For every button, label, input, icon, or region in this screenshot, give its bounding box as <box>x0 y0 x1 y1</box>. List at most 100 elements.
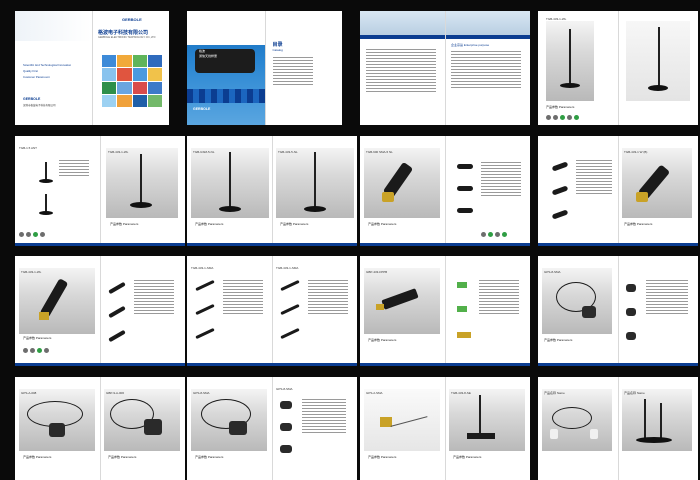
right-page: GBP-9-A-006 产品参数 Parameters <box>100 377 185 480</box>
spread-catalog: 格波 通信天线样册 GERBOLE 目录 Catalog <box>187 11 342 125</box>
page-title: TGB-1.5 ANT <box>19 146 38 150</box>
back-cover-page: Scientific And Technological Innovation … <box>15 11 92 125</box>
gutter <box>272 136 273 246</box>
params-heading: 产品参数 Parameters <box>624 222 653 226</box>
right-page: TGB-433-1 W (B) 产品参数 Parameters <box>618 136 698 246</box>
gutter <box>272 377 273 480</box>
product-photo <box>546 21 594 101</box>
footer-bar <box>360 363 530 366</box>
spec-lines-2 <box>308 280 348 316</box>
gutter <box>272 256 273 366</box>
catalog-brand: GERBOLE <box>193 107 211 111</box>
gutter <box>618 377 619 480</box>
spread-product-3: GERBOLE格波电子科技有限公司 TGB-GSM-5-NL 产品参数 Para… <box>187 136 357 246</box>
right-page <box>445 136 530 246</box>
left-page: GPS-8-SMA 产品参数 Parameters <box>538 256 618 366</box>
tagline-2: Quality First <box>23 69 38 73</box>
params-heading: 产品参数 Parameters <box>110 222 139 226</box>
product-photo-2 <box>276 148 354 218</box>
params-heading: 产品参数 Parameters <box>195 222 224 226</box>
spec-lines <box>302 399 346 435</box>
left-page: TGB-900 SMA-5 NL 产品参数 Parameters <box>360 136 445 246</box>
right-page: TGB-433-1-SMA <box>272 256 357 366</box>
cert-icons <box>19 232 45 237</box>
product-photo <box>364 389 440 451</box>
spec-lines <box>646 280 688 316</box>
product-photo <box>191 148 269 218</box>
photo-title: TGB-900 SMA-5 NL <box>366 150 393 154</box>
params-heading-2: 产品参数 Parameters <box>453 455 482 459</box>
gutter <box>618 136 619 246</box>
gutter <box>445 256 446 366</box>
catalog-line-2: 通信天线样册 <box>199 54 218 58</box>
page-title: TGB-433-1-SMA <box>191 266 214 270</box>
product-photo-2 <box>622 389 692 451</box>
gutter <box>100 377 101 480</box>
product-photo-2 <box>626 21 690 101</box>
gutter <box>445 11 446 125</box>
cert-icons <box>481 232 507 237</box>
right-page: TGB-433-5-NL 产品参数 Parameters <box>272 136 357 246</box>
right-page: TGB-433-8-SE 产品参数 Parameters <box>445 377 530 480</box>
spread-product-1: TGB-433-1-WL 产品参数 Parameters <box>538 11 698 125</box>
right-page <box>618 256 698 366</box>
checker-band <box>187 89 265 103</box>
gutter <box>100 256 101 366</box>
spread-product-4: GERBOLE格波电子科技有限公司 TGB-900 SMA-5 NL 产品参数 … <box>360 136 530 246</box>
gutter <box>264 11 266 125</box>
photo-title: GBP-433-FPPB <box>366 270 388 274</box>
photo-title-2: 产品名称 Name <box>624 391 645 395</box>
spread-product-11: GERBOLE格波电子科技有限公司 GPS-8-SMA 产品参数 Paramet… <box>187 377 357 480</box>
gutter <box>618 11 619 125</box>
product-photo <box>19 389 95 451</box>
front-cover-page: GERBOLE 格波电子科技有限公司 GERBOLE ELECTRONIC TE… <box>92 11 169 125</box>
left-page: TGB-433-1-WL 产品参数 Parameters <box>15 256 100 366</box>
spread-product-10: GERBOLE格波电子科技有限公司 GPS-A-008 产品参数 Paramet… <box>15 377 185 480</box>
photo-title-2: TGB-433-5-NL <box>278 150 298 154</box>
left-page <box>538 136 618 246</box>
spec-lines <box>576 160 612 196</box>
cover-company-en: GERBOLE ELECTRONIC TECHNOLOGY CO.,LTD <box>98 36 156 39</box>
spec-lines <box>481 162 521 198</box>
gutter <box>100 136 101 246</box>
product-photo-2 <box>104 389 180 451</box>
params-heading-2: 产品参数 Parameters <box>108 455 137 459</box>
gutter <box>445 136 446 246</box>
product-photo <box>106 148 178 218</box>
photo-title: TGB-GSM-5-NL <box>193 150 215 154</box>
about-left-page <box>360 39 445 125</box>
spread-product-9: GERBOLE格波电子科技有限公司 GPS-8-SMA 产品参数 Paramet… <box>538 256 698 366</box>
right-page <box>445 256 530 366</box>
params-heading: 产品参数 Parameters <box>368 222 397 226</box>
page-title: TGB-433-1-WL <box>546 17 567 21</box>
left-page: 产品名称 Name <box>538 377 618 480</box>
cert-icons <box>23 348 49 353</box>
photo-title: 产品名称 Name <box>544 391 565 395</box>
product-photo-2 <box>449 389 525 451</box>
spread-product-7: GERBOLE格波电子科技有限公司 TGB-433-1-SMA TGB-433-… <box>187 256 357 366</box>
photo-title-2: GBP-9-A-006 <box>106 391 125 395</box>
left-page: GPS-A-008 产品参数 Parameters <box>15 377 100 480</box>
params-heading: 产品参数 Parameters <box>544 338 573 342</box>
right-page: TGB-433-1-WL 产品参数 Parameters <box>100 136 185 246</box>
tagline-1: Scientific And Technological Innovation <box>23 63 72 67</box>
product-photo <box>364 148 440 218</box>
photo-title: TGB-433-1-WL <box>108 150 129 154</box>
product-photo <box>19 268 95 334</box>
about-text-left <box>366 49 436 94</box>
left-page: TGB-1.5 ANT <box>15 136 100 246</box>
spec-lines <box>59 160 89 178</box>
cover-mosaic <box>102 55 162 107</box>
cover-brand: GERBOLE <box>122 17 142 22</box>
photo-title: TGB-433-1 W (B) <box>624 150 648 154</box>
product-photo <box>622 148 692 218</box>
tagline-3: Customer Paramount <box>23 75 50 79</box>
catalog-title-cn: 目录 <box>272 42 283 48</box>
footer-bar <box>538 363 698 366</box>
spec-lines <box>134 280 174 316</box>
footer-bar <box>187 243 357 246</box>
left-page: TGB-GSM-5-NL 产品参数 Parameters <box>187 136 272 246</box>
gutter <box>445 377 446 480</box>
product-photo <box>364 268 440 334</box>
spread-about: 企业宗旨 Enterprise purpose <box>360 11 530 125</box>
